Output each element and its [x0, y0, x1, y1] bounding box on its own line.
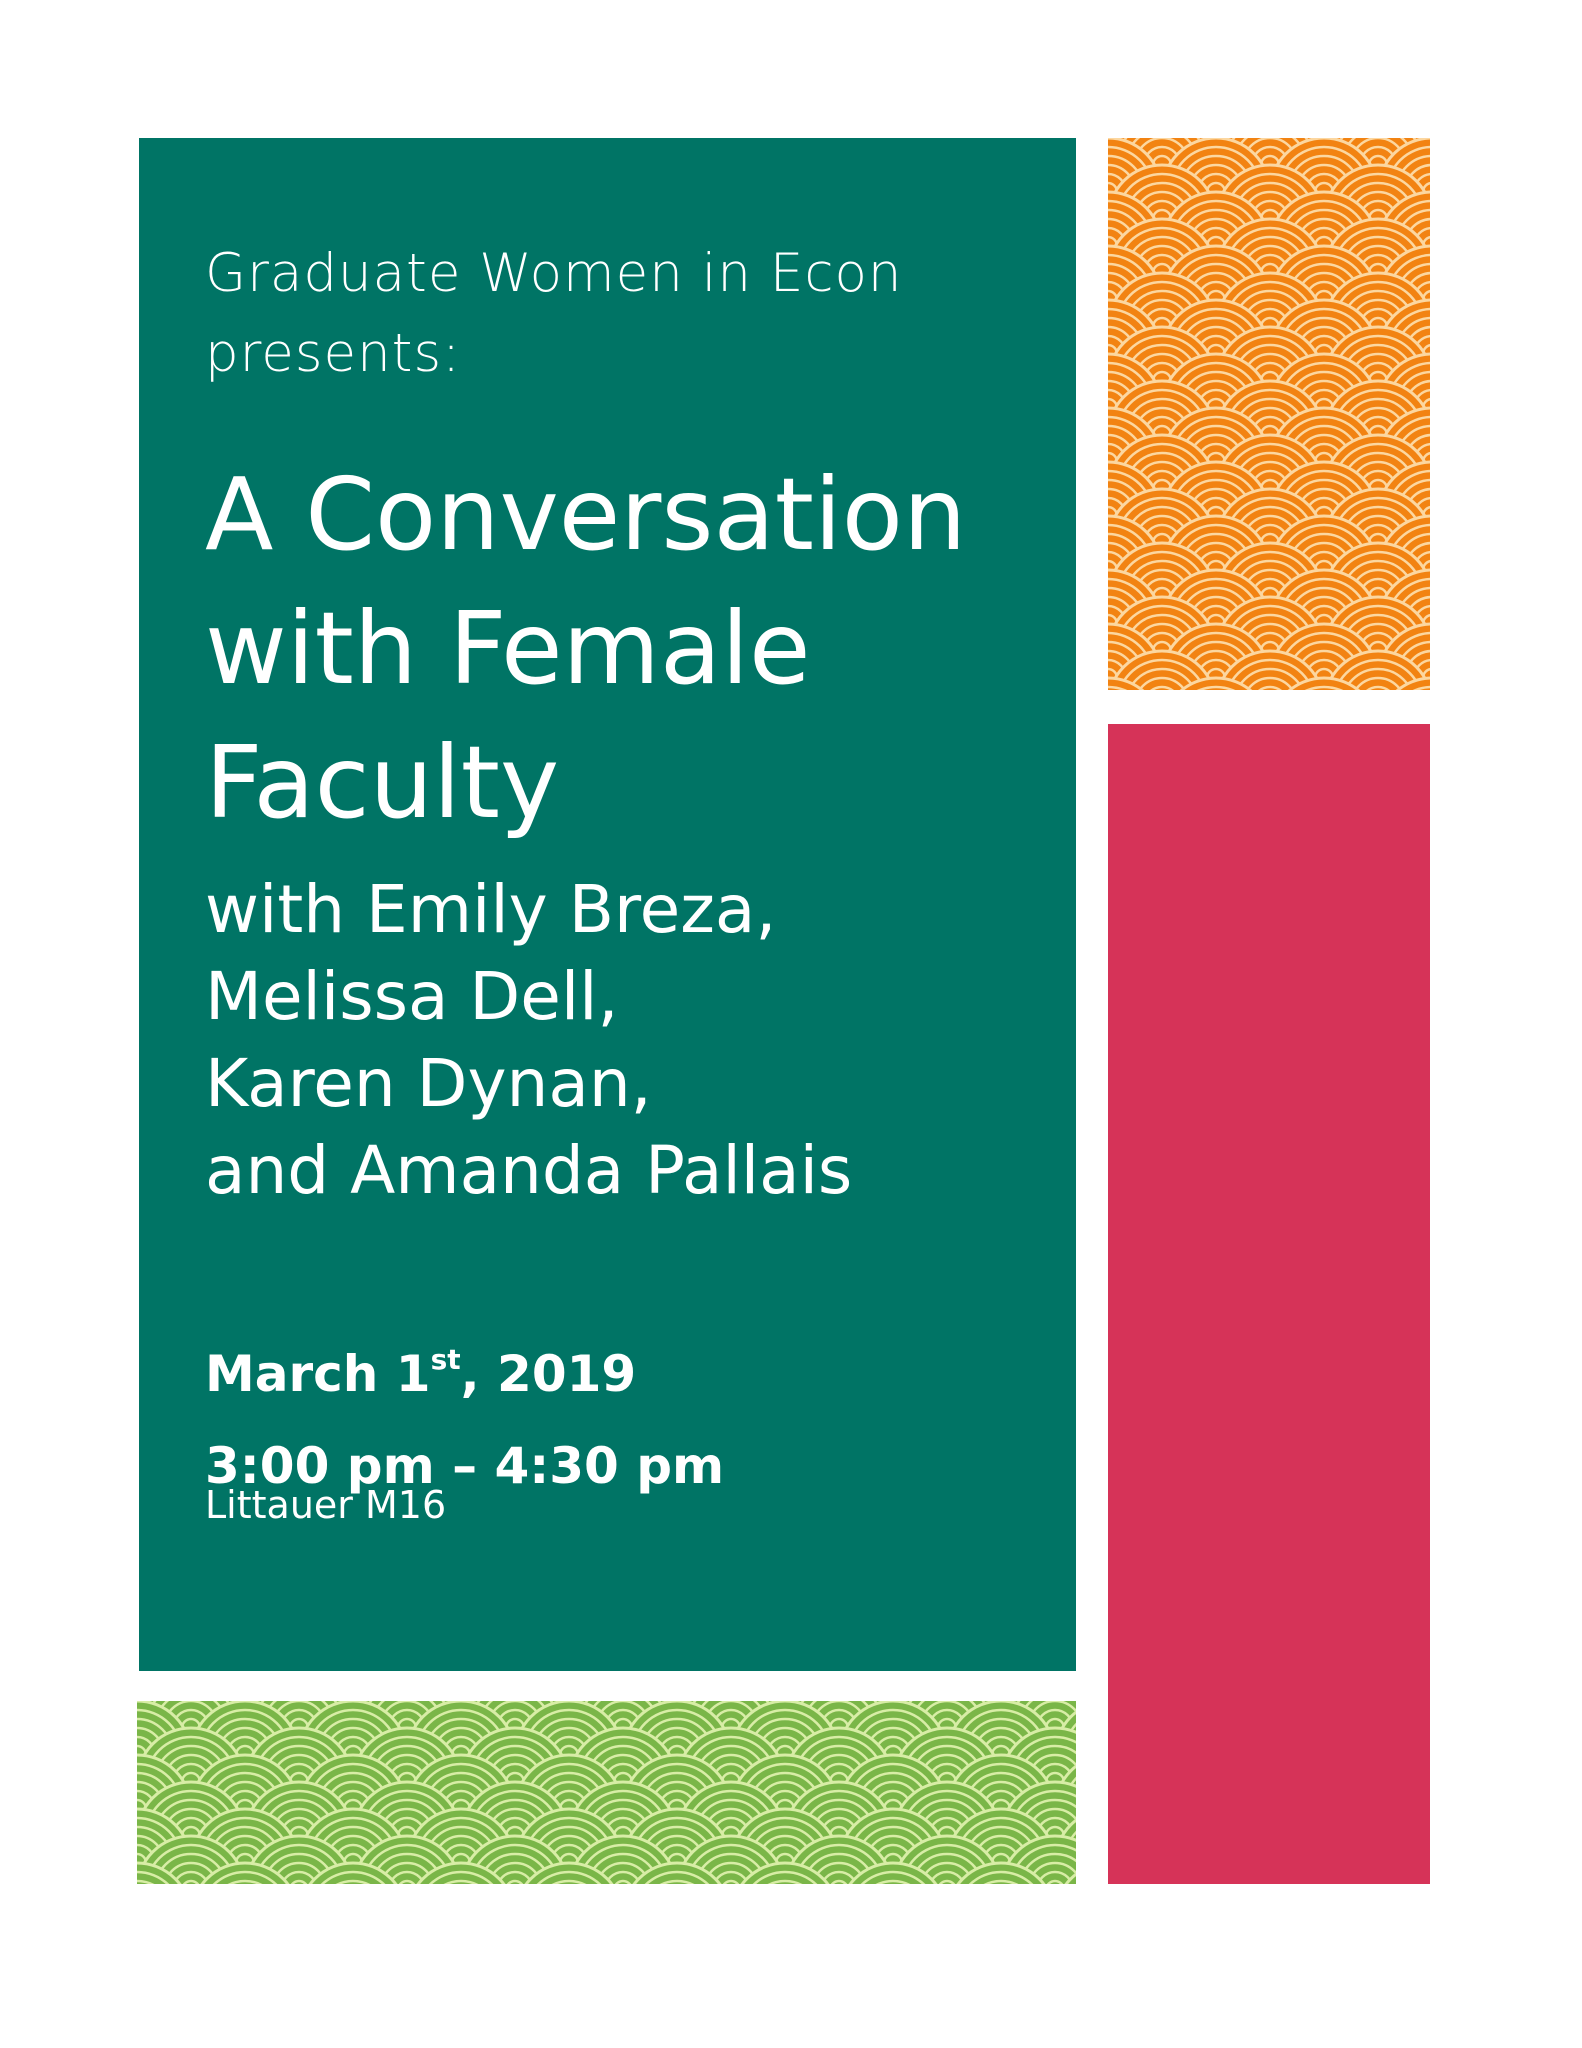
speaker-list: with Emily Breza, Melissa Dell, Karen Dy…	[205, 866, 852, 1214]
date-suffix: st	[430, 1343, 461, 1376]
wave-pattern	[1108, 138, 1430, 690]
title-line: A Conversation	[205, 456, 967, 573]
date-day: March 1	[205, 1345, 431, 1403]
presents-line: presents:	[205, 323, 461, 384]
pink-block	[1108, 724, 1430, 1884]
event-location: Littauer M16	[205, 1483, 447, 1527]
speaker: with Emily Breza,	[205, 871, 777, 948]
speaker: Melissa Dell,	[205, 958, 619, 1035]
presenter-heading: Graduate Women in Econ presents:	[205, 234, 903, 394]
event-title: A Conversation with Female Faculty	[205, 448, 966, 850]
title-line: Faculty	[205, 724, 560, 841]
green-wave-pattern-block	[137, 1701, 1076, 1884]
speaker: Karen Dynan,	[205, 1045, 652, 1122]
presenter-line: Graduate Women in Econ	[205, 243, 903, 304]
orange-wave-pattern-block	[1108, 138, 1430, 690]
date-year: , 2019	[460, 1345, 637, 1403]
wave-pattern	[137, 1701, 1076, 1884]
speaker: and Amanda Pallais	[205, 1132, 853, 1209]
event-info-panel: Graduate Women in Econ presents: A Conve…	[139, 138, 1076, 1671]
title-line: with Female	[205, 590, 811, 707]
event-date: March 1st, 2019	[205, 1328, 724, 1420]
